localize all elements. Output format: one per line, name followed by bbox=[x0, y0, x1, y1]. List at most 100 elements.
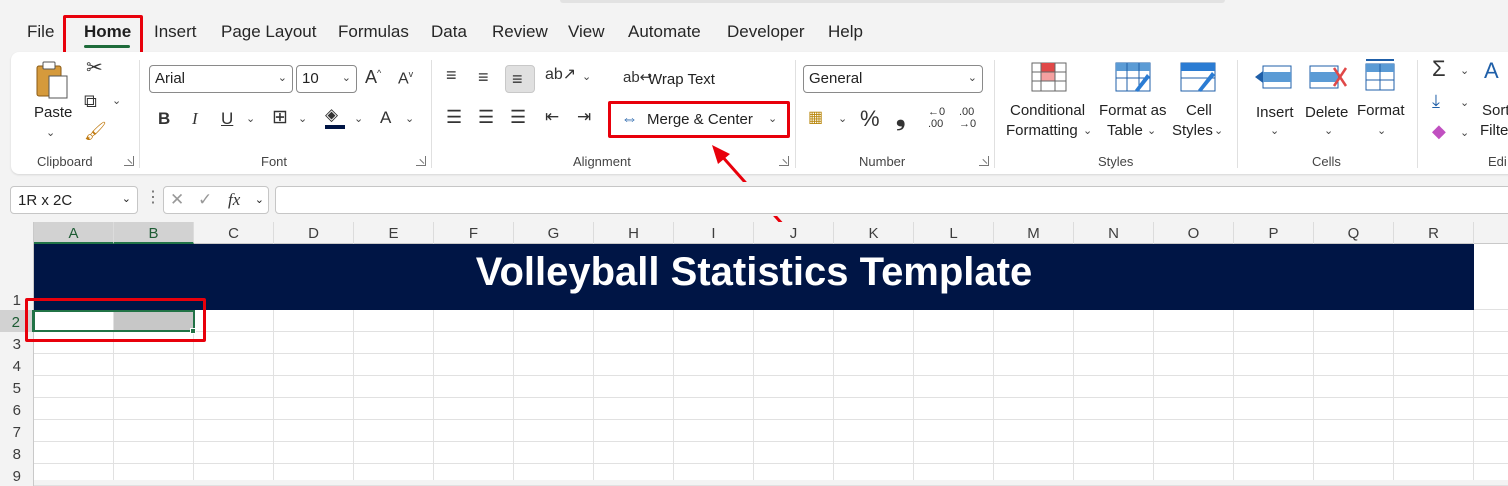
cell-styles-chevron-icon[interactable]: ⌄ bbox=[1214, 124, 1223, 137]
row-header-5[interactable]: 5 bbox=[0, 376, 34, 398]
row-header-3[interactable]: 3 bbox=[0, 332, 34, 354]
format-table-chevron-icon[interactable]: ⌄ bbox=[1147, 124, 1156, 137]
cancel-icon[interactable]: ✕ bbox=[170, 191, 184, 208]
more-options-icon[interactable]: ⋮ bbox=[145, 190, 161, 206]
formula-input[interactable] bbox=[275, 186, 1508, 214]
font-size-combo[interactable]: 10 ⌄ bbox=[296, 65, 357, 93]
format-cells-icon[interactable] bbox=[1362, 58, 1398, 95]
grow-font-icon[interactable]: A^ bbox=[365, 68, 381, 86]
fill-chevron-icon[interactable]: ⌄ bbox=[354, 112, 363, 125]
autosum-icon[interactable]: Σ bbox=[1432, 58, 1446, 80]
name-box[interactable]: 1R x 2C ⌄ bbox=[10, 186, 138, 214]
copy-icon[interactable]: ⧉ bbox=[84, 92, 97, 110]
column-header-r[interactable]: R bbox=[1394, 222, 1474, 244]
comma-style-button[interactable]: ❟ bbox=[896, 106, 905, 130]
orientation-icon[interactable]: ab↗ bbox=[545, 67, 576, 83]
tab-page-layout[interactable]: Page Layout bbox=[221, 22, 316, 42]
sort-filter-icon[interactable]: A bbox=[1484, 60, 1499, 82]
format-chevron-icon[interactable]: ⌄ bbox=[1377, 124, 1386, 137]
column-header-j[interactable]: J bbox=[754, 222, 834, 244]
tab-automate[interactable]: Automate bbox=[628, 22, 701, 42]
font-name-combo[interactable]: Arial ⌄ bbox=[149, 65, 293, 93]
cut-icon[interactable]: ✂ bbox=[86, 58, 103, 78]
cell-styles-label-2[interactable]: Styles bbox=[1172, 122, 1213, 139]
column-header-h[interactable]: H bbox=[594, 222, 674, 244]
paste-icon[interactable] bbox=[34, 60, 70, 103]
sort-filter-label-1[interactable]: Sort bbox=[1482, 102, 1508, 119]
font-color-icon[interactable]: A bbox=[380, 109, 391, 126]
column-header-p[interactable]: P bbox=[1234, 222, 1314, 244]
tab-data[interactable]: Data bbox=[431, 22, 467, 42]
tab-developer[interactable]: Developer bbox=[727, 22, 805, 42]
wrap-text-button[interactable]: Wrap Text bbox=[648, 71, 715, 88]
row-header-9[interactable]: 9 bbox=[0, 464, 34, 486]
number-launcher-icon[interactable] bbox=[979, 156, 989, 166]
row-header-2[interactable]: 2 bbox=[0, 310, 34, 332]
cell-styles-icon[interactable] bbox=[1180, 62, 1216, 95]
top-align-icon[interactable]: ≡ bbox=[446, 66, 457, 84]
shrink-font-icon[interactable]: Av bbox=[398, 70, 413, 87]
decrease-decimal-icon[interactable]: .00 →0 bbox=[959, 106, 976, 130]
increase-decimal-icon[interactable]: ←0.00 bbox=[928, 106, 945, 130]
clipboard-launcher-icon[interactable] bbox=[124, 156, 134, 166]
chevron-down-icon[interactable]: ⌄ bbox=[255, 193, 264, 206]
column-header-m[interactable]: M bbox=[994, 222, 1074, 244]
delete-cells-button[interactable]: Delete bbox=[1305, 104, 1348, 121]
column-header-c[interactable]: C bbox=[194, 222, 274, 244]
fill-color-icon[interactable]: ◈ bbox=[325, 106, 338, 123]
selected-range[interactable] bbox=[33, 310, 195, 332]
autosum-chevron-icon[interactable]: ⌄ bbox=[1460, 64, 1469, 77]
percent-style-button[interactable]: % bbox=[860, 108, 880, 130]
tab-formulas[interactable]: Formulas bbox=[338, 22, 409, 42]
bottom-align-icon[interactable]: ≡ bbox=[512, 70, 523, 88]
underline-button[interactable]: U bbox=[221, 110, 233, 127]
conditional-formatting-label-2[interactable]: Formatting bbox=[1006, 122, 1078, 139]
insert-function-button[interactable]: fx bbox=[228, 191, 240, 208]
merge-center-icon[interactable]: ⇔ bbox=[621, 110, 638, 127]
format-as-table-label-2[interactable]: Table bbox=[1107, 122, 1143, 139]
tab-help[interactable]: Help bbox=[828, 22, 863, 42]
column-header-e[interactable]: E bbox=[354, 222, 434, 244]
clear-icon[interactable]: ◆ bbox=[1432, 122, 1446, 140]
tab-file[interactable]: File bbox=[27, 22, 54, 42]
column-header-a[interactable]: A bbox=[34, 222, 114, 244]
middle-align-icon[interactable]: ≡ bbox=[478, 68, 489, 86]
underline-chevron-icon[interactable]: ⌄ bbox=[246, 112, 255, 125]
delete-cells-icon[interactable] bbox=[1308, 62, 1348, 95]
row-header-8[interactable]: 8 bbox=[0, 442, 34, 464]
delete-chevron-icon[interactable]: ⌄ bbox=[1324, 124, 1333, 137]
increase-indent-icon[interactable]: ⇥ bbox=[577, 108, 591, 125]
column-header-n[interactable]: N bbox=[1074, 222, 1154, 244]
sort-filter-label-2[interactable]: Filte bbox=[1480, 122, 1508, 139]
italic-button[interactable]: I bbox=[192, 110, 198, 127]
align-center-icon[interactable]: ☰ bbox=[478, 108, 494, 126]
chevron-down-icon[interactable]: ⌄ bbox=[122, 192, 131, 205]
format-cells-button[interactable]: Format bbox=[1357, 102, 1405, 119]
borders-chevron-icon[interactable]: ⌄ bbox=[298, 112, 307, 125]
bold-button[interactable]: B bbox=[158, 110, 170, 127]
cell-styles-label-1[interactable]: Cell bbox=[1186, 102, 1212, 119]
align-left-icon[interactable]: ☰ bbox=[446, 108, 462, 126]
format-as-table-label-1[interactable]: Format as bbox=[1099, 102, 1167, 119]
clear-chevron-icon[interactable]: ⌄ bbox=[1460, 126, 1469, 139]
conditional-chevron-icon[interactable]: ⌄ bbox=[1083, 124, 1092, 137]
row-header-7[interactable]: 7 bbox=[0, 420, 34, 442]
column-header-i[interactable]: I bbox=[674, 222, 754, 244]
merge-chevron-icon[interactable]: ⌄ bbox=[768, 112, 777, 125]
tab-home[interactable]: Home bbox=[84, 22, 131, 42]
fill-handle[interactable] bbox=[190, 328, 196, 334]
column-header-q[interactable]: Q bbox=[1314, 222, 1394, 244]
number-format-combo[interactable]: General ⌄ bbox=[803, 65, 983, 93]
insert-chevron-icon[interactable]: ⌄ bbox=[1270, 124, 1279, 137]
row-header-6[interactable]: 6 bbox=[0, 398, 34, 420]
column-header-g[interactable]: G bbox=[514, 222, 594, 244]
column-header-k[interactable]: K bbox=[834, 222, 914, 244]
fill-chevron-icon[interactable]: ⌄ bbox=[1460, 96, 1469, 109]
format-as-table-icon[interactable] bbox=[1115, 62, 1151, 95]
fill-down-icon[interactable]: ⤓ bbox=[1432, 92, 1440, 110]
column-header-l[interactable]: L bbox=[914, 222, 994, 244]
column-header-f[interactable]: F bbox=[434, 222, 514, 244]
font-color-chevron-icon[interactable]: ⌄ bbox=[405, 112, 414, 125]
decrease-indent-icon[interactable]: ⇤ bbox=[545, 108, 559, 125]
orientation-chevron-icon[interactable]: ⌄ bbox=[582, 70, 591, 83]
